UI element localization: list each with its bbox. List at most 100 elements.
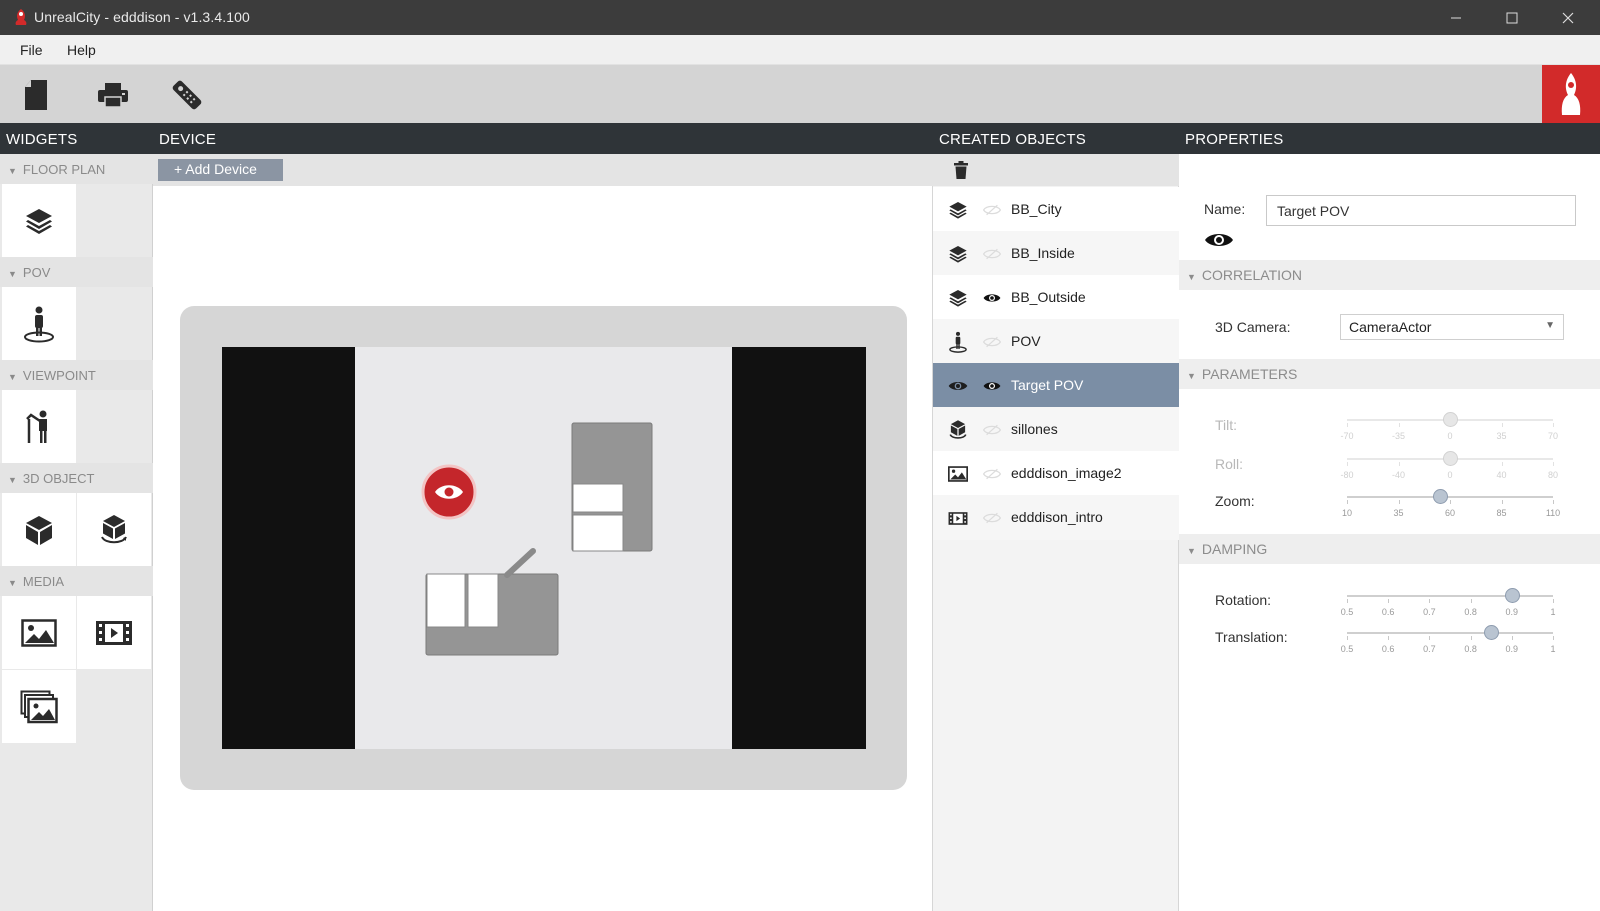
- slider-thumb[interactable]: [1484, 625, 1500, 640]
- slider-thumb[interactable]: [1432, 489, 1448, 504]
- slider-tick: [1501, 423, 1503, 427]
- add-device-button[interactable]: + Add Device: [158, 159, 283, 181]
- slider-tick-label: 80: [1547, 470, 1559, 480]
- rotation-slider[interactable]: 0.5 0.6 0.7 0.8 0.9 1: [1341, 580, 1556, 620]
- object-row[interactable]: Target POV: [933, 363, 1179, 408]
- slider-tick-label: 35: [1393, 508, 1404, 518]
- widget-viewpoint[interactable]: [2, 390, 76, 463]
- target-pov-marker[interactable]: [421, 464, 477, 520]
- widget-floor-plan[interactable]: [2, 184, 76, 257]
- collapse-triangle-icon: ▼: [1187, 272, 1196, 282]
- cube-rotate-icon: [101, 514, 127, 543]
- remote-control-button[interactable]: [168, 76, 206, 114]
- slider-tick: [1347, 462, 1348, 466]
- app-logo-icon: [15, 9, 27, 25]
- section-parameters[interactable]: ▼ PARAMETERS: [1179, 359, 1600, 389]
- slider-tick: [1347, 599, 1348, 603]
- title-bar: UnrealCity - edddison - v1.3.4.100: [0, 0, 1600, 35]
- section-pov[interactable]: ▼ POV: [0, 257, 153, 287]
- visibility-off-icon[interactable]: [981, 463, 1003, 485]
- object-row[interactable]: edddison_image2: [933, 451, 1179, 496]
- collapse-triangle-icon: ▼: [8, 475, 17, 485]
- slider-tick-label: -40: [1391, 470, 1406, 480]
- remote-control-icon: [172, 80, 202, 110]
- object-label: BB_Inside: [1011, 245, 1075, 261]
- camera-select[interactable]: CameraActor ▼: [1340, 314, 1564, 340]
- slider-tick-label: 0.8: [1464, 607, 1477, 617]
- slider-tick-label: 0.7: [1423, 607, 1436, 617]
- section-viewpoint[interactable]: ▼ VIEWPOINT: [0, 360, 153, 390]
- floor-plan-drawing: [421, 422, 653, 656]
- widget-video[interactable]: [77, 596, 151, 669]
- slider-tick-label: 0.6: [1381, 607, 1395, 617]
- visibility-eye-icon[interactable]: [1204, 230, 1234, 250]
- object-row[interactable]: BB_City: [933, 187, 1179, 232]
- slider-tick-label: 0: [1447, 470, 1453, 480]
- widget-3d-object[interactable]: [2, 493, 76, 566]
- object-row[interactable]: edddison_intro: [933, 495, 1179, 540]
- close-button[interactable]: [1540, 0, 1596, 35]
- floor-plan-canvas[interactable]: [355, 347, 732, 749]
- slider-thumb: [1443, 451, 1458, 466]
- section-damping[interactable]: ▼ DAMPING: [1179, 534, 1600, 564]
- slider-tick-label: 0.6: [1381, 644, 1395, 654]
- zoom-slider[interactable]: 10 35 60 85 110: [1342, 481, 1560, 521]
- table-with-chairs-top[interactable]: [571, 422, 653, 552]
- object-row[interactable]: BB_Outside: [933, 275, 1179, 320]
- new-document-button[interactable]: [17, 76, 55, 114]
- collapse-triangle-icon: ▼: [8, 372, 17, 382]
- visibility-on-icon[interactable]: [981, 287, 1003, 309]
- visibility-off-icon[interactable]: [981, 199, 1003, 221]
- gallery-icon: [20, 690, 58, 723]
- slider-tick-label: 0.9: [1505, 644, 1519, 654]
- pov-icon: [24, 306, 54, 342]
- print-button[interactable]: [94, 76, 132, 114]
- created-objects-header: CREATED OBJECTS: [933, 123, 1179, 154]
- slider-tick: [1553, 500, 1554, 504]
- tablet-device: [180, 306, 907, 790]
- slider-tick: [1553, 423, 1554, 427]
- name-field[interactable]: [1266, 195, 1576, 226]
- object-row[interactable]: POV: [933, 319, 1179, 364]
- slider-tick: [1470, 636, 1472, 640]
- menu-help[interactable]: Help: [67, 42, 96, 58]
- video-icon: [947, 507, 969, 529]
- brand-pawn-icon: [1561, 73, 1581, 115]
- visibility-on-icon[interactable]: [981, 375, 1003, 397]
- table-with-chairs-bottom[interactable]: [425, 548, 559, 656]
- widget-gallery[interactable]: [2, 670, 76, 743]
- visibility-off-icon[interactable]: [981, 243, 1003, 265]
- slider-tick-label: 0.5: [1340, 607, 1354, 617]
- slider-tick-label: -80: [1340, 470, 1354, 480]
- slider-tick-label: 70: [1547, 431, 1559, 441]
- section-3d-object[interactable]: ▼ 3D OBJECT: [0, 463, 153, 493]
- maximize-icon: [1506, 12, 1518, 23]
- section-floor-plan[interactable]: ▼ FLOOR PLAN: [0, 154, 153, 184]
- widget-image[interactable]: [2, 596, 76, 669]
- slider-thumb[interactable]: [1504, 588, 1520, 603]
- device-panel: + Add Device: [153, 154, 933, 911]
- widget-3d-object-rotate[interactable]: [77, 493, 151, 566]
- slider-tick: [1553, 462, 1554, 466]
- slider-tick-label: 40: [1496, 470, 1507, 480]
- visibility-off-icon[interactable]: [981, 331, 1003, 353]
- slider-tick-label: 0.8: [1464, 644, 1477, 654]
- menu-file[interactable]: File: [20, 42, 43, 58]
- translation-slider[interactable]: 0.5 0.6 0.7 0.8 0.9 1: [1341, 617, 1556, 657]
- widget-pov[interactable]: [2, 287, 76, 360]
- section-media[interactable]: ▼ MEDIA: [0, 566, 153, 596]
- maximize-button[interactable]: [1484, 0, 1540, 35]
- object-row[interactable]: BB_Inside: [933, 231, 1179, 276]
- visibility-off-icon[interactable]: [981, 507, 1003, 529]
- section-correlation[interactable]: ▼ CORRELATION: [1179, 260, 1600, 290]
- minimize-button[interactable]: [1428, 0, 1484, 35]
- cube-icon: [26, 515, 52, 545]
- collapse-triangle-icon: ▼: [1187, 546, 1196, 556]
- trash-icon[interactable]: [953, 160, 969, 180]
- slider-tick: [1347, 636, 1348, 640]
- visibility-off-icon[interactable]: [981, 419, 1003, 441]
- layers-icon: [947, 243, 969, 265]
- layers-icon: [947, 199, 969, 221]
- chevron-down-icon: ▼: [1545, 320, 1555, 331]
- object-row[interactable]: sillones: [933, 407, 1179, 452]
